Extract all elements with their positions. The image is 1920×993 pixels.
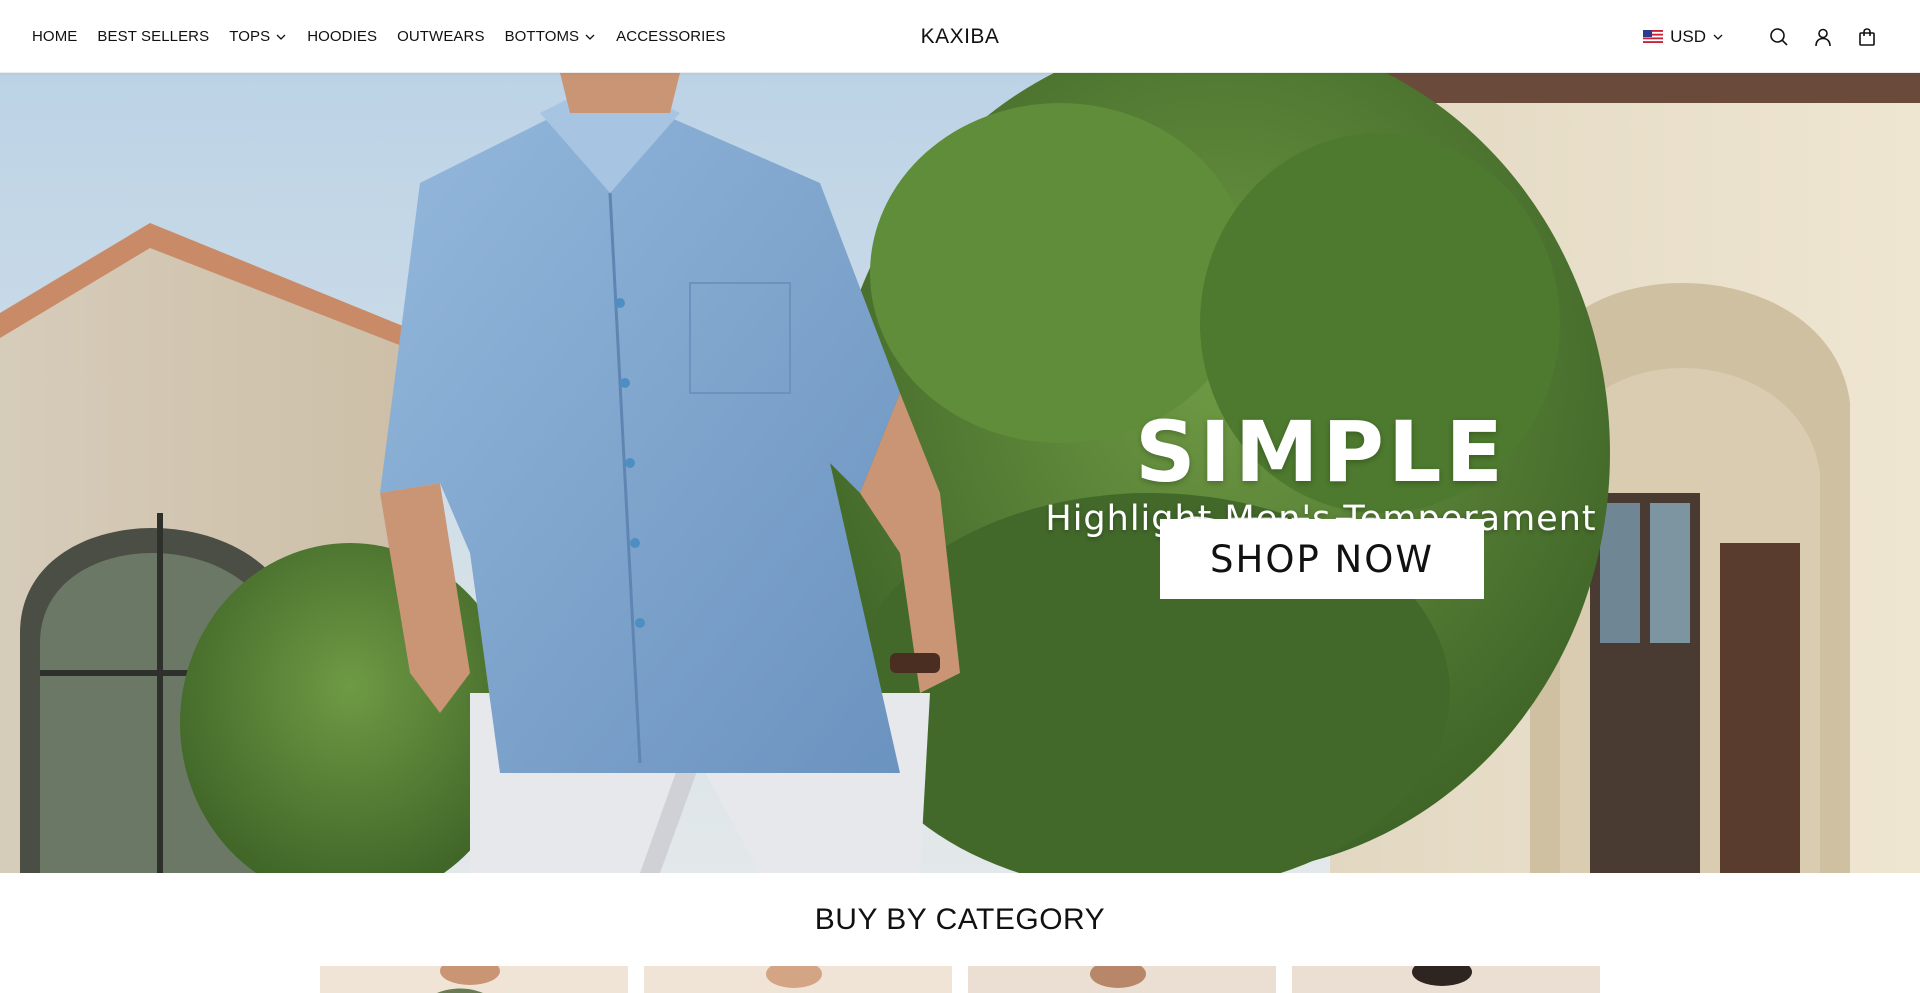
nav-item-home[interactable]: HOME <box>22 0 87 73</box>
us-flag-icon <box>1643 30 1664 43</box>
main-nav: HOME BEST SELLERS TOPS HOODIES OUTWEARS … <box>22 0 736 73</box>
nav-label: OUTWEARS <box>397 28 485 45</box>
nav-label: BEST SELLERS <box>97 28 210 45</box>
logo-link[interactable]: KAXIBA <box>921 25 1000 49</box>
nav-item-bottoms[interactable]: BOTTOMS <box>495 0 607 73</box>
shop-now-button[interactable]: SHOP NOW <box>1160 519 1484 599</box>
category-card[interactable] <box>320 966 628 993</box>
nav-label: BOTTOMS <box>504 28 580 45</box>
nav-item-accessories[interactable]: ACCESSORIES <box>606 0 735 73</box>
hero-banner[interactable]: SIMPLE STYLE Highlight Men's Temperament… <box>0 73 1920 873</box>
header-tools: USD <box>1643 0 1878 73</box>
chevron-down-icon <box>276 34 286 40</box>
category-card[interactable] <box>968 966 1276 993</box>
chevron-down-icon <box>585 34 595 40</box>
nav-item-hoodies[interactable]: HOODIES <box>297 0 387 73</box>
search-icon[interactable] <box>1768 26 1790 48</box>
cart-icon[interactable] <box>1856 26 1878 48</box>
currency-label: USD <box>1670 26 1706 46</box>
category-card[interactable] <box>1292 966 1600 993</box>
nav-item-best-sellers[interactable]: BEST SELLERS <box>87 0 219 73</box>
nav-label: ACCESSORIES <box>616 28 726 45</box>
account-icon[interactable] <box>1812 26 1834 48</box>
category-grid <box>320 966 1600 993</box>
nav-label: HOME <box>32 28 78 45</box>
currency-selector[interactable]: USD <box>1643 27 1724 47</box>
category-section-title: BUY BY CATEGORY <box>814 903 1106 936</box>
nav-item-tops[interactable]: TOPS <box>219 0 297 73</box>
nav-label: HOODIES <box>307 28 378 45</box>
category-card[interactable] <box>644 966 952 993</box>
chevron-down-icon <box>1713 34 1723 40</box>
nav-label: TOPS <box>229 28 271 45</box>
hero-image <box>0 73 1920 873</box>
nav-item-outwears[interactable]: OUTWEARS <box>387 0 494 73</box>
site-header: HOME BEST SELLERS TOPS HOODIES OUTWEARS … <box>0 0 1920 73</box>
